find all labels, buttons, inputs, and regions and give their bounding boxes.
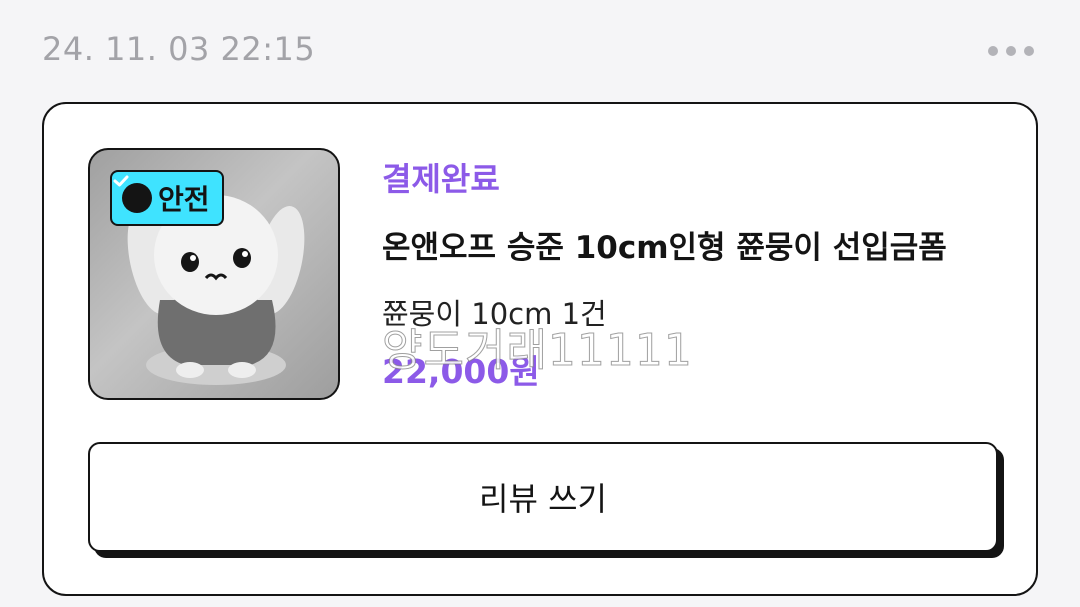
order-card: 안전 결제완료 온앤오프 승준 10cm인형 쮼뭉이 선입금폼 쮼뭉이 10cm… xyxy=(42,102,1038,596)
safe-badge-label: 안전 xyxy=(158,183,210,216)
product-title[interactable]: 온앤오프 승준 10cm인형 쮼뭉이 선입금폼 xyxy=(382,222,947,267)
product-image[interactable]: 안전 xyxy=(88,148,340,400)
check-circle-icon xyxy=(113,175,152,213)
more-options-icon[interactable] xyxy=(988,46,1034,56)
write-review-button[interactable]: 리뷰 쓰기 xyxy=(88,442,998,552)
product-option: 쮼뭉이 10cm 1건 xyxy=(382,297,607,331)
order-info: 결제완료 온앤오프 승준 10cm인형 쮼뭉이 선입금폼 쮼뭉이 10cm 1건… xyxy=(382,154,947,393)
safe-badge: 안전 xyxy=(110,170,224,226)
order-date: 24. 11. 03 22:15 xyxy=(42,30,316,68)
payment-status: 결제완료 xyxy=(382,160,500,198)
product-price: 22,000원 xyxy=(382,352,540,391)
